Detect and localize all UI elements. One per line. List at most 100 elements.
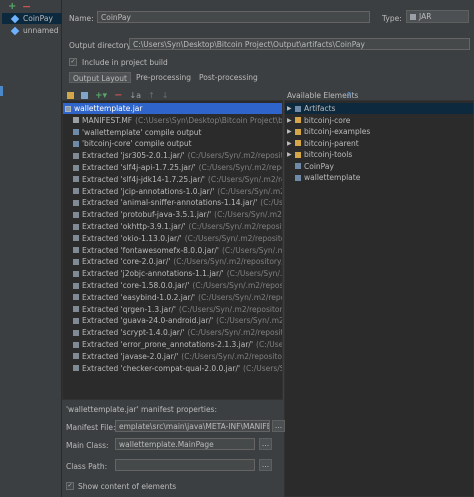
layout-item[interactable]: Extracted 'slf4j-api-1.7.25.jar/' (C:/Use… (63, 162, 282, 173)
main-class-browse-button[interactable]: ... (259, 438, 272, 450)
layout-item[interactable]: 'bitcoinj-core' compile output (63, 138, 282, 149)
module-icon (295, 140, 301, 146)
layout-item-path: (C:/Users/Syn/.m2/r (256, 340, 283, 349)
move-down-icon[interactable]: ↓ (162, 91, 169, 100)
layout-item[interactable]: wallettemplate.jar (63, 103, 282, 114)
module-icon (295, 128, 301, 135)
available-item[interactable]: ▶ Artifacts (285, 103, 473, 114)
extract-icon (73, 152, 79, 159)
layout-item[interactable]: Extracted 'animal-sniffer-annotations-1.… (63, 197, 283, 208)
extract-icon (73, 247, 79, 254)
layout-item-path: (C:/Users/Syn/.m2/repository/ (214, 210, 282, 220)
layout-item[interactable]: Extracted 'core-2.0.jar/' (C:/Users/Syn/.… (63, 256, 282, 267)
extract-icon (73, 258, 79, 265)
layout-item[interactable]: Extracted 'jsr305-2.0.1.jar/' (C:/Users/S… (63, 150, 282, 161)
artifacts-pane: + − CoinPay unnamed (0, 0, 62, 497)
tab-pre-processing[interactable]: Pre-processing (133, 72, 194, 83)
module-icon (295, 117, 301, 123)
layout-item[interactable]: Extracted 'guava-24.0-android.jar/' (C:/U… (63, 315, 282, 326)
layout-item[interactable]: Extracted 'checker-compat-qual-2.0.0.jar… (63, 363, 282, 374)
layout-item-path: (C:/Users/Syn/.m2/repository/ (207, 174, 282, 184)
tab-output-layout[interactable]: Output Layout (69, 72, 131, 83)
add-icon[interactable]: +▾ (95, 91, 107, 101)
layout-item[interactable]: Extracted 'okio-1.13.0.jar/' (C:/Users/Sy… (63, 233, 282, 244)
available-item[interactable]: ▶ bitcoinj-examples (285, 126, 473, 137)
available-item[interactable]: ▶ bitcoinj-parent (285, 138, 473, 149)
plus-icon[interactable]: + (8, 1, 16, 12)
available-item-label: bitcoinj-core (304, 115, 351, 125)
layout-item-path: (C:/Users/Syn/.m2/repository/com/m (192, 281, 283, 290)
jar-icon (65, 105, 71, 112)
extract-icon (73, 329, 79, 336)
layout-item[interactable]: Extracted 'okhttp-3.9.1.jar/' (C:/Users/S… (63, 221, 282, 232)
class-path-browse-button[interactable]: ... (259, 459, 272, 471)
layout-item-path: (C:/Users/Syn/.m2/repository/com/goo (181, 351, 283, 361)
minus-icon[interactable]: − (22, 0, 31, 13)
extract-icon (73, 270, 79, 277)
type-select[interactable]: JAR (406, 10, 469, 23)
layout-item[interactable]: Extracted 'core-1.58.0.0.jar/' (C:/Users/… (63, 280, 283, 291)
main-class-input[interactable]: wallettemplate.MainPage (115, 438, 255, 450)
available-item-label: bitcoinj-examples (304, 127, 371, 136)
layout-item-name: Extracted 'fontawesomefx-8.0.0.jar/' (82, 245, 219, 255)
include-build-checkbox[interactable]: ✓ (69, 58, 77, 66)
layout-item-path: (C:/Users/Syn/.m2/repository/org/f (198, 292, 282, 302)
available-item[interactable]: CoinPay (285, 161, 473, 172)
layout-item-name: Extracted 'core-2.0.jar/' (82, 257, 171, 267)
layout-item-name: MANIFEST.MF (82, 115, 133, 125)
output-dir-input[interactable]: C:\Users\Syn\Desktop\Bitcoin Project\Out… (129, 38, 470, 50)
layout-item-path: (C:/Users/Syn/.m (260, 198, 283, 208)
new-folder-icon[interactable] (67, 92, 74, 99)
available-item-label: bitcoinj-parent (304, 138, 359, 148)
expand-arrow-icon[interactable]: ▶ (287, 105, 295, 112)
layout-item[interactable]: Extracted 'jcip-annotations-1.0.jar/' (C:… (63, 186, 282, 197)
available-item[interactable]: ▶ bitcoinj-tools (285, 149, 473, 160)
layout-item[interactable]: Extracted 'j2objc-annotations-1.1.jar/'(… (63, 268, 283, 279)
layout-item[interactable]: Extracted 'slf4j-jdk14-1.7.25.jar/' (C:/U… (63, 174, 282, 185)
available-elements-tree: ▶ Artifacts ▶ bitcoinj-core ▶ bitcoinj-exampl… (284, 100, 474, 497)
layout-item-name: Extracted 'slf4j-jdk14-1.7.25.jar/' (82, 174, 205, 184)
artifact-item-unnamed[interactable]: unnamed (2, 25, 62, 36)
layout-item[interactable]: 'wallettemplate' compile output (63, 127, 282, 138)
layout-item-name: 'wallettemplate' compile output (82, 127, 202, 137)
tab-post-processing[interactable]: Post-processing (196, 72, 261, 83)
jar-icon (410, 13, 416, 20)
layout-item[interactable]: Extracted 'javase-2.0.jar/' (C:/Users/Syn… (63, 351, 283, 362)
layout-item[interactable]: Extracted 'protobuf-java-3.5.1.jar/' (C:/… (63, 209, 282, 220)
manifest-file-input[interactable]: emplate\src\main\java\META-INF\MANIFEST.… (115, 420, 270, 432)
archive-icon[interactable] (81, 92, 88, 99)
manifest-file-browse-button[interactable]: ... (272, 420, 285, 432)
move-up-icon[interactable]: ↑ (148, 91, 155, 100)
layout-item[interactable]: MANIFEST.MF (C:\Users\Syn\Desktop\Bitcoin… (63, 115, 282, 126)
extract-icon (73, 353, 79, 360)
show-content-checkbox[interactable]: ✓ (66, 482, 74, 490)
layout-item[interactable]: Extracted 'qrgen-1.3.jar/' (C:/Users/Syn/… (63, 304, 282, 315)
module-icon (295, 105, 301, 112)
class-path-label: Class Path: (66, 462, 108, 471)
layout-item[interactable]: Extracted 'easybind-1.0.2.jar/' (C:/Users… (63, 292, 282, 303)
expand-arrow-icon[interactable]: ▶ (287, 151, 295, 158)
layout-item-name: Extracted 'okhttp-3.9.1.jar/' (82, 222, 186, 231)
expand-arrow-icon[interactable]: ▶ (287, 140, 295, 147)
name-input[interactable]: CoinPay (97, 11, 370, 23)
available-item[interactable]: wallettemplate (285, 172, 473, 183)
sort-icon[interactable]: ↓a (129, 91, 141, 100)
layout-item-path: (C:/Users/Syn/.m2/rep (243, 363, 282, 373)
expand-arrow-icon[interactable]: ▶ (287, 117, 295, 124)
available-item-label: bitcoinj-tools (304, 150, 353, 159)
layout-item[interactable]: Extracted 'scrypt-1.4.0.jar/' (C:/Users/S… (63, 327, 282, 338)
layout-item-path: (C:/Users/Syn/.m2/repository (226, 269, 283, 279)
expand-arrow-icon[interactable]: ▶ (287, 128, 295, 135)
left-edge-marker (0, 86, 3, 96)
layout-item-path: (C:/Users/Syn/.m2/repository (217, 186, 282, 196)
layout-item-path: (C:/Users/Syn/.m2/repository/com/la (187, 328, 282, 338)
help-icon[interactable]: ? (347, 91, 351, 100)
layout-item-name: Extracted 'jsr305-2.0.1.jar/' (82, 151, 185, 161)
layout-item[interactable]: Extracted 'fontawesomefx-8.0.0.jar/' (C:/… (63, 245, 282, 256)
layout-item-path: (C:/Users/Syn/.m2/repository/com/sq (188, 222, 282, 231)
layout-item[interactable]: Extracted 'error_prone_annotations-2.1.3… (63, 339, 283, 350)
available-item[interactable]: ▶ bitcoinj-core (285, 115, 473, 126)
class-path-input[interactable] (115, 459, 255, 471)
artifact-item-coinpay[interactable]: CoinPay (2, 13, 62, 24)
compile-icon (73, 140, 79, 147)
